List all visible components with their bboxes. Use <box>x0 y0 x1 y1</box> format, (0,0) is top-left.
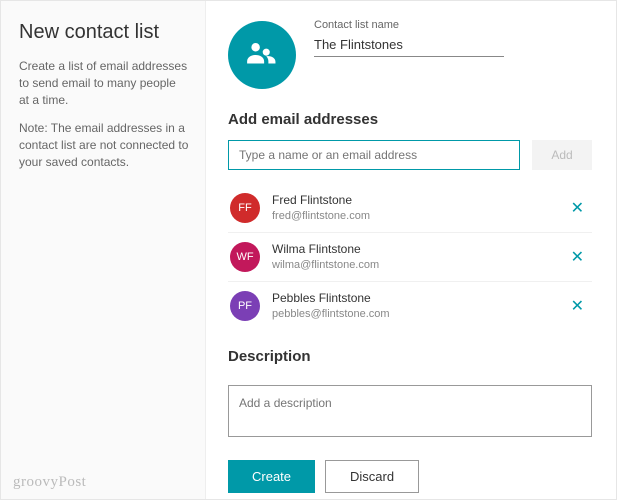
discard-button[interactable]: Discard <box>325 460 419 493</box>
page-title: New contact list <box>19 21 189 44</box>
sidebar-description-1: Create a list of email addresses to send… <box>19 58 189 108</box>
contact-list-avatar <box>228 21 296 89</box>
create-button[interactable]: Create <box>228 460 315 493</box>
contact-name: Wilma Flintstone <box>272 242 565 258</box>
description-input[interactable] <box>228 385 592 437</box>
contact-row: WF Wilma Flintstonewilma@flintstone.com✕ <box>228 233 592 282</box>
email-input[interactable] <box>228 140 520 170</box>
add-email-heading: Add email addresses <box>228 111 592 128</box>
contact-email: fred@flintstone.com <box>272 209 565 223</box>
contact-initials: WF <box>230 242 260 272</box>
contact-email: wilma@flintstone.com <box>272 258 565 272</box>
remove-contact-icon[interactable]: ✕ <box>565 194 590 222</box>
contact-row: PF Pebbles Flintstonepebbles@flintstone.c… <box>228 282 592 330</box>
description-heading: Description <box>228 348 592 365</box>
contacts-list: FFFred Flintstonefred@flintstone.com✕WFW… <box>228 184 592 330</box>
contact-name: Pebbles Flintstone <box>272 291 565 307</box>
sidebar: New contact list Create a list of email … <box>1 1 206 499</box>
people-icon <box>245 38 279 72</box>
contact-email: pebbles@flintstone.com <box>272 307 565 321</box>
contact-initials: PF <box>230 291 260 321</box>
contact-row: FF Fred Flintstonefred@flintstone.com✕ <box>228 184 592 233</box>
contact-info: Pebbles Flintstonepebbles@flintstone.com <box>272 291 565 321</box>
sidebar-description-2: Note: The email addresses in a contact l… <box>19 120 189 170</box>
name-field-label: Contact list name <box>314 19 592 31</box>
watermark: groovyPost <box>13 474 86 491</box>
main-panel: Contact list name The Flintstones Add em… <box>206 1 616 499</box>
contact-list-name-input[interactable]: The Flintstones <box>314 33 504 57</box>
contact-info: Fred Flintstonefred@flintstone.com <box>272 193 565 223</box>
remove-contact-icon[interactable]: ✕ <box>565 292 590 320</box>
remove-contact-icon[interactable]: ✕ <box>565 243 590 271</box>
contact-initials: FF <box>230 193 260 223</box>
add-button[interactable]: Add <box>532 140 592 170</box>
contact-info: Wilma Flintstonewilma@flintstone.com <box>272 242 565 272</box>
contact-name: Fred Flintstone <box>272 193 565 209</box>
